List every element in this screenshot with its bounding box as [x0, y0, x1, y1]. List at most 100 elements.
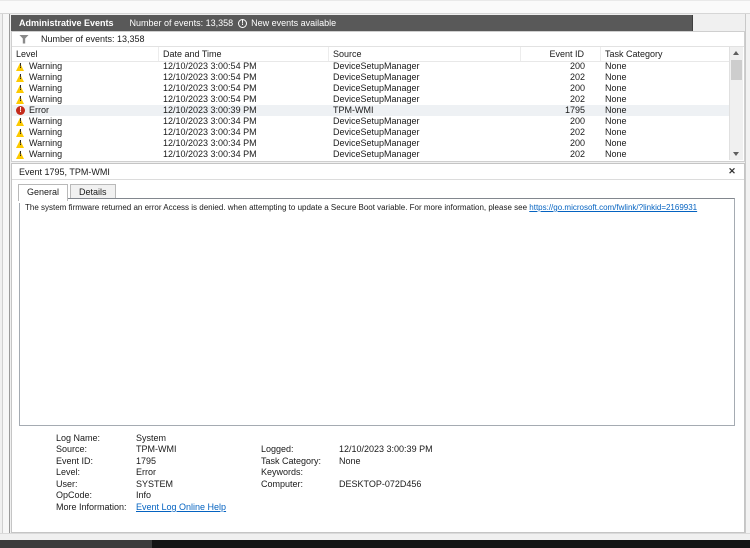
level-label: Warning — [29, 72, 63, 82]
event-id-cell: 1795 — [564, 105, 585, 115]
warning-icon — [16, 95, 25, 104]
event-id-cell: 200 — [569, 138, 585, 148]
datetime-cell: 12/10/2023 3:00:54 PM — [163, 83, 257, 93]
level-cell: Warning — [12, 127, 159, 138]
level-label: Warning — [29, 83, 63, 93]
level-label: Warning — [29, 138, 63, 148]
source-cell: DeviceSetupManager — [333, 127, 420, 137]
level-cell: Warning — [12, 149, 159, 160]
column-header-level[interactable]: Level — [12, 47, 159, 61]
event-log-online-help-link[interactable]: Event Log Online Help — [136, 502, 732, 512]
keywords-label: Keywords: — [261, 467, 304, 478]
event-row[interactable]: Warning 12/10/2023 3:00:54 PM DeviceSetu… — [12, 94, 730, 105]
detail-tabs: General Details — [18, 184, 118, 201]
fwlink[interactable]: https://go.microsoft.com/fwlink/?linkid=… — [529, 203, 697, 212]
event-row[interactable]: Warning 12/10/2023 3:00:34 PM DeviceSetu… — [12, 149, 730, 160]
source-cell: DeviceSetupManager — [333, 94, 420, 104]
user-value: SYSTEM — [136, 478, 174, 489]
level-cell: Warning — [12, 61, 159, 72]
task-category-cell: None — [605, 149, 627, 159]
datetime-cell: 12/10/2023 3:00:54 PM — [163, 94, 257, 104]
source-cell: DeviceSetupManager — [333, 116, 420, 126]
filter-bar: Number of events: 13,358 — [12, 32, 744, 47]
column-header-task-category[interactable]: Task Category — [601, 47, 730, 61]
event-row[interactable]: Warning 12/10/2023 3:00:34 PM DeviceSetu… — [12, 127, 730, 138]
level-value: Error — [136, 467, 156, 478]
events-count-label: Number of events: 13,358 — [129, 18, 234, 28]
table-scrollbar[interactable] — [729, 47, 743, 160]
column-header-event-id[interactable]: Event ID — [521, 47, 601, 61]
scroll-up-icon[interactable] — [730, 47, 743, 59]
event-row[interactable]: Warning 12/10/2023 3:00:34 PM DeviceSetu… — [12, 138, 730, 149]
event-detail-header: Event 1795, TPM-WMI — [12, 164, 744, 180]
event-properties: Log Name: System Source: TPM-WMI Logged:… — [56, 432, 732, 513]
event-id-label: Event ID: — [56, 455, 94, 466]
event-id-cell: 200 — [569, 116, 585, 126]
level-label: Warning — [29, 116, 63, 126]
event-description: The system firmware returned an error Ac… — [19, 198, 735, 426]
user-label: User: — [56, 478, 78, 489]
level-label: Level: — [56, 467, 81, 478]
level-cell: Warning — [12, 116, 159, 127]
new-events-label: New events available — [251, 18, 337, 28]
scroll-down-icon[interactable] — [730, 148, 743, 160]
level-label: Error — [29, 105, 49, 115]
event-id-cell: 202 — [569, 94, 585, 104]
source-label: Source: — [56, 444, 88, 455]
more-information-label: More Information: — [56, 501, 127, 512]
event-row[interactable]: Warning 12/10/2023 3:00:54 PM DeviceSetu… — [12, 72, 730, 83]
error-icon — [16, 106, 25, 115]
column-header-datetime[interactable]: Date and Time — [159, 47, 329, 61]
warning-icon — [16, 62, 25, 71]
task-category-cell: None — [605, 94, 627, 104]
events-header-bar: Administrative Events Number of events: … — [11, 15, 693, 31]
column-header-source[interactable]: Source — [329, 47, 521, 61]
event-id-cell: 200 — [569, 61, 585, 71]
tab-details[interactable]: Details — [70, 184, 116, 198]
level-cell: Warning — [12, 72, 159, 83]
event-viewer-window: Administrative Events Number of events: … — [0, 0, 750, 548]
level-label: Warning — [29, 149, 63, 159]
datetime-cell: 12/10/2023 3:00:54 PM — [163, 72, 257, 82]
level-label: Warning — [29, 127, 63, 137]
event-message: The system firmware returned an error Ac… — [25, 203, 528, 212]
tab-general[interactable]: General — [18, 184, 69, 201]
datetime-cell: 12/10/2023 3:00:34 PM — [163, 116, 257, 126]
event-id-cell: 202 — [569, 72, 585, 82]
event-row[interactable]: Warning 12/10/2023 3:00:54 PM DeviceSetu… — [12, 61, 730, 72]
close-icon[interactable] — [727, 166, 737, 177]
event-id-cell: 200 — [569, 83, 585, 93]
logged-value: 12/10/2023 3:00:39 PM — [339, 444, 433, 455]
event-row[interactable]: Warning 12/10/2023 3:00:34 PM DeviceSetu… — [12, 116, 730, 127]
filter-events-count: Number of events: 13,358 — [41, 34, 145, 44]
event-rows: Warning 12/10/2023 3:00:54 PM DeviceSetu… — [12, 61, 730, 160]
task-category-cell: None — [605, 61, 627, 71]
log-name-value: System — [136, 432, 167, 443]
event-id-cell: 202 — [569, 127, 585, 137]
source-cell: DeviceSetupManager — [333, 61, 420, 71]
task-category-value: None — [339, 455, 361, 466]
event-row-selected[interactable]: Error 12/10/2023 3:00:39 PM TPM-WMI 1795… — [12, 105, 730, 116]
datetime-cell: 12/10/2023 3:00:54 PM — [163, 61, 257, 71]
event-id-value: 1795 — [136, 455, 157, 466]
task-category-cell: None — [605, 116, 627, 126]
task-category-cell: None — [605, 138, 627, 148]
taskbar[interactable] — [0, 540, 750, 548]
level-cell: Warning — [12, 94, 159, 105]
source-cell: DeviceSetupManager — [333, 138, 420, 148]
warning-icon — [16, 73, 25, 82]
source-cell: DeviceSetupManager — [333, 149, 420, 159]
computer-value: DESKTOP-072D456 — [339, 478, 422, 489]
warning-icon — [16, 128, 25, 137]
source-value: TPM-WMI — [136, 444, 177, 455]
event-id-cell: 202 — [569, 149, 585, 159]
opcode-value: Info — [136, 490, 152, 501]
datetime-cell: 12/10/2023 3:00:39 PM — [163, 105, 257, 115]
task-category-cell: None — [605, 127, 627, 137]
event-row[interactable]: Warning 12/10/2023 3:00:54 PM DeviceSetu… — [12, 83, 730, 94]
task-category-cell: None — [605, 83, 627, 93]
window-top-edge — [0, 0, 750, 14]
logged-label: Logged: — [261, 444, 294, 455]
warning-icon — [16, 84, 25, 93]
scrollbar-thumb[interactable] — [731, 60, 742, 80]
